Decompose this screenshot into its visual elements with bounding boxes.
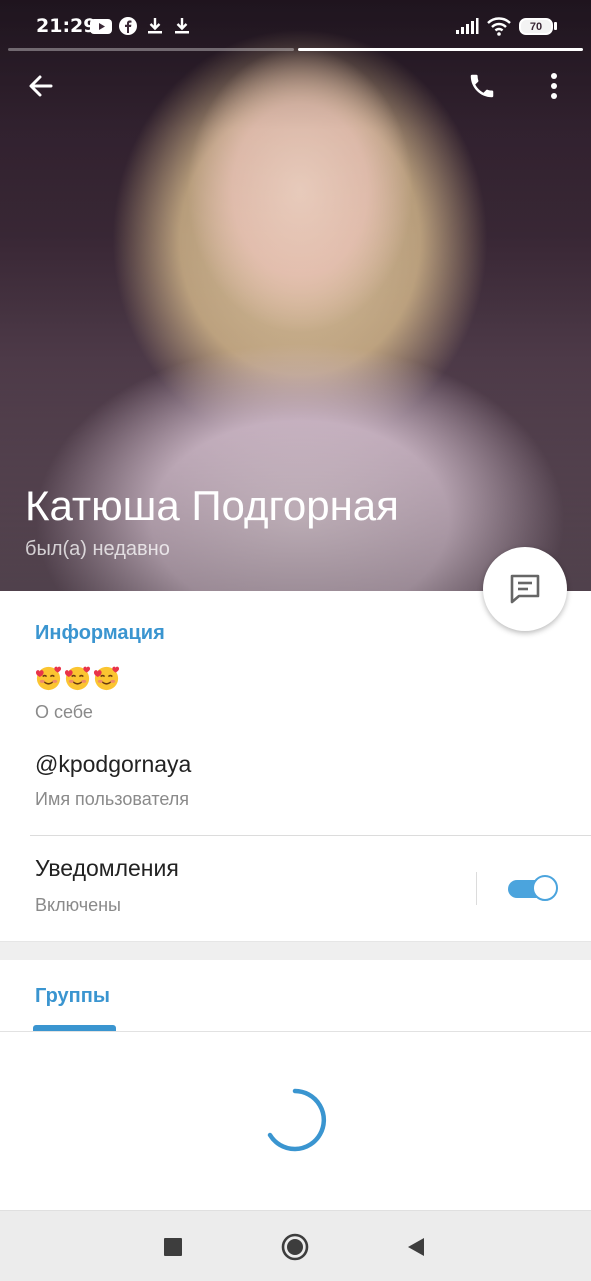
bio-label: О себе <box>35 702 93 722</box>
status-bar: 21:29 70 <box>0 0 591 54</box>
message-icon <box>510 574 540 604</box>
more-button[interactable] <box>528 60 580 112</box>
download-icon <box>148 18 162 34</box>
photo-page-indicator-1 <box>8 48 294 51</box>
signal-icon <box>456 18 479 34</box>
smiling-face-with-hearts-icon <box>35 666 62 691</box>
square-icon <box>164 1238 182 1256</box>
smiling-face-with-hearts-icon <box>93 666 120 691</box>
smiling-face-with-hearts-icon <box>64 666 91 691</box>
recents-button[interactable] <box>151 1225 195 1269</box>
tab-divider <box>0 1031 591 1032</box>
back-nav-button[interactable] <box>394 1225 438 1269</box>
profile-status: был(а) недавно <box>25 538 170 560</box>
call-button[interactable] <box>456 60 508 112</box>
arrow-left-icon <box>29 75 53 97</box>
triangle-back-icon <box>408 1238 424 1256</box>
battery-level: 70 <box>529 20 543 33</box>
notifications-separator <box>476 872 477 905</box>
profile-name: Катюша Подгорная <box>25 482 399 529</box>
download-icon <box>175 18 189 34</box>
more-vertical-icon <box>551 73 557 99</box>
info-divider <box>30 835 591 836</box>
toggle-knob <box>532 875 558 901</box>
facebook-icon <box>119 17 137 35</box>
bio-value[interactable] <box>34 663 121 692</box>
home-button[interactable] <box>273 1225 317 1269</box>
info-section-title: Информация <box>35 622 165 644</box>
phone-icon <box>470 74 494 98</box>
photo-page-indicator-2 <box>298 48 583 51</box>
notifications-toggle[interactable] <box>508 873 560 903</box>
username-value[interactable]: @kpodgornaya <box>35 751 191 778</box>
navigation-bar <box>0 1210 591 1281</box>
username-label: Имя пользователя <box>35 789 190 809</box>
notifications-state: Включены <box>35 895 121 915</box>
wifi-icon <box>487 17 511 36</box>
battery-tip <box>554 22 557 30</box>
battery-icon: 70 <box>519 18 553 35</box>
status-time: 21:29 <box>36 15 97 37</box>
message-button[interactable] <box>483 547 567 631</box>
tab-groups[interactable]: Группы <box>35 985 110 1008</box>
youtube-icon <box>90 19 112 34</box>
profile-photo[interactable]: 21:29 70 Катюша Подгорная был(а) недавно <box>0 0 591 591</box>
notifications-label[interactable]: Уведомления <box>35 855 179 882</box>
home-circle-icon <box>281 1233 309 1261</box>
back-button[interactable] <box>15 60 67 112</box>
loading-spinner-icon <box>267 1088 327 1152</box>
section-separator <box>0 941 591 960</box>
